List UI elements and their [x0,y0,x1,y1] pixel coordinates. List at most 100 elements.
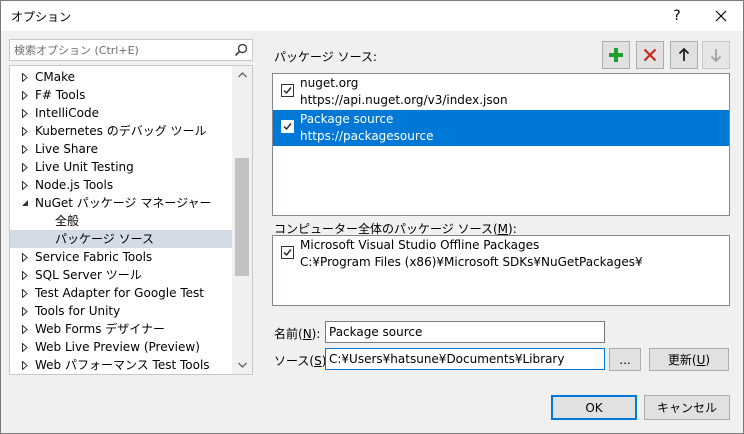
source-name: Microsoft Visual Studio Offline Packages [300,238,540,252]
close-button[interactable] [701,1,741,31]
tree-item[interactable]: F# Tools [10,86,232,104]
tree-item-label: Web パフォーマンス Test Tools [35,358,210,372]
machine-sources-list: Microsoft Visual Studio Offline Packages… [272,235,730,306]
package-sources-list: nuget.org https://api.nuget.org/v3/index… [272,73,730,216]
collapsed-arrow-icon[interactable] [20,284,30,302]
expanded-arrow-icon[interactable] [20,194,30,212]
tree-item[interactable]: 全般 [10,212,232,230]
name-label: 名前(N): [274,325,320,342]
tree-item[interactable]: IntelliCode [10,104,232,122]
source-checkbox[interactable] [281,246,294,259]
add-source-button[interactable] [602,41,630,69]
tree-item[interactable]: Web Live Preview (Preview) [10,338,232,356]
name-field[interactable] [325,321,605,343]
search-icon[interactable] [234,43,248,57]
tree-item-label: パッケージ ソース [55,232,154,246]
update-label-prefix: 更新( [667,353,697,367]
checkmark-icon [283,249,292,257]
ok-button[interactable]: OK [551,395,637,420]
tree-item-label: F# Tools [35,88,86,102]
tree-item-label: Live Share [35,142,98,156]
cancel-button[interactable]: キャンセル [644,395,730,420]
list-item[interactable]: Package source https://packagesource [273,110,729,146]
options-search-box [9,39,253,61]
chevron-up-icon [237,72,247,78]
tree-item[interactable]: CMake [10,68,232,86]
tree-item[interactable]: Live Unit Testing [10,158,232,176]
list-item[interactable]: nuget.org https://api.nuget.org/v3/index… [273,74,729,110]
source-field[interactable] [325,348,605,370]
search-input[interactable] [10,40,230,60]
options-dialog: オプション ? CMake F# Tools IntelliCode Kubernet… [0,0,744,434]
arrow-up-icon [678,48,690,61]
tree-item[interactable]: SQL Server ツール [10,266,232,284]
machine-sources-label-prefix: コンピューター全体のパッケージ ソース( [274,222,498,236]
name-label-prefix: 名前( [274,327,303,341]
tree-item[interactable]: Test Adapter for Google Test [10,284,232,302]
source-name: Package source [300,112,394,126]
remove-source-button[interactable] [636,41,664,69]
update-label-suffix: ) [705,352,711,367]
tree-item[interactable]: Node.js Tools [10,176,232,194]
arrow-down-icon [710,49,722,62]
tree-item-label: Web Forms デザイナー [35,322,166,336]
title-bar: オプション ? [1,1,743,31]
source-url: https://packagesource [300,129,434,143]
tree-item-label: NuGet パッケージ マネージャー [35,196,212,210]
collapsed-arrow-icon[interactable] [20,104,30,122]
name-label-key: N [302,327,312,341]
source-url: C:¥Program Files (x86)¥Microsoft SDKs¥Nu… [300,255,643,269]
tree-item[interactable]: Tools for Unity [10,302,232,320]
list-item[interactable]: Microsoft Visual Studio Offline Packages… [273,236,729,272]
source-label-key: S [314,354,322,368]
tree-item[interactable]: Live Share [10,140,232,158]
tree-item[interactable]: Web パフォーマンス Test Tools [10,356,232,374]
scroll-thumb[interactable] [235,158,249,276]
collapsed-arrow-icon[interactable] [20,356,30,374]
collapsed-arrow-icon[interactable] [20,248,30,266]
tree-item[interactable]: Web Forms デザイナー [10,320,232,338]
checkmark-icon [283,87,292,95]
tree-item-label: SQL Server ツール [35,268,142,282]
options-tree: CMake F# Tools IntelliCode Kubernetes のデバッグ… [9,65,253,375]
source-url: https://api.nuget.org/v3/index.json [300,93,508,107]
collapsed-arrow-icon[interactable] [20,176,30,194]
help-button[interactable]: ? [657,1,697,31]
tree-item[interactable]: パッケージ ソース [10,230,232,248]
browse-button[interactable]: ... [609,348,641,371]
tree-item[interactable]: NuGet パッケージ マネージャー [10,194,232,212]
plus-icon [609,48,623,62]
source-name: nuget.org [300,76,359,90]
collapsed-arrow-icon[interactable] [20,320,30,338]
collapsed-arrow-icon[interactable] [20,122,30,140]
collapsed-arrow-icon[interactable] [20,68,30,86]
update-button[interactable]: 更新(U) [649,348,729,371]
tree-item-label: 全般 [55,214,80,228]
tree-item[interactable]: Service Fabric Tools [10,248,232,266]
scroll-down-button[interactable] [232,356,252,374]
source-checkbox[interactable] [281,84,294,97]
tree-item-label: Tools for Unity [35,304,121,318]
window-title: オプション [11,10,72,24]
collapsed-arrow-icon[interactable] [20,86,30,104]
machine-sources-label-suffix: ): [508,222,517,236]
collapsed-arrow-icon[interactable] [20,302,30,320]
tree-item-label: Live Unit Testing [35,160,134,174]
machine-sources-label-key: M [497,222,509,236]
tree-item-label: Node.js Tools [35,178,114,192]
tree-item-label: Kubernetes のデバッグ ツール [35,124,207,138]
collapsed-arrow-icon[interactable] [20,158,30,176]
checkmark-icon [283,123,292,131]
move-up-button[interactable] [670,41,698,69]
tree-scrollbar[interactable] [232,66,252,374]
tree-item-label: CMake [35,70,75,84]
tree-item[interactable]: Kubernetes のデバッグ ツール [10,122,232,140]
source-checkbox[interactable] [281,120,294,133]
scroll-up-button[interactable] [232,66,252,84]
name-label-suffix: ): [311,327,321,341]
collapsed-arrow-icon[interactable] [20,140,30,158]
move-down-button[interactable] [702,41,730,69]
source-label: ソース(S): [274,352,330,369]
collapsed-arrow-icon[interactable] [20,338,30,356]
collapsed-arrow-icon[interactable] [20,266,30,284]
